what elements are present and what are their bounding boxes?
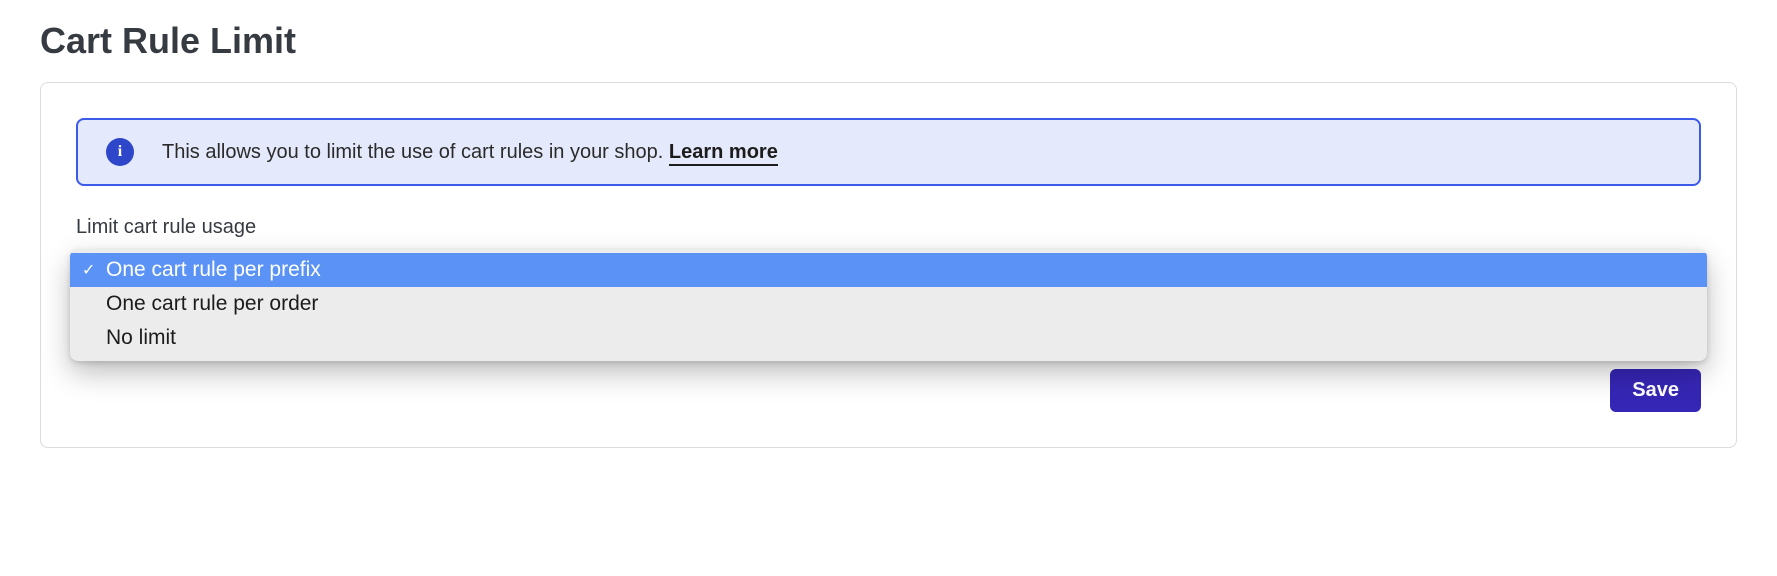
field-label: Limit cart rule usage (76, 216, 1701, 239)
info-message: This allows you to limit the use of cart… (162, 141, 669, 163)
dropdown-option-order[interactable]: One cart rule per order (70, 287, 1707, 321)
save-row: Save (76, 369, 1701, 412)
check-icon: ✓ (82, 260, 95, 280)
info-icon: i (106, 138, 134, 166)
dropdown-list: ✓ One cart rule per prefix One cart rule… (70, 249, 1707, 361)
save-button[interactable]: Save (1610, 369, 1701, 412)
page-title: Cart Rule Limit (40, 20, 1737, 62)
dropdown-option-label: One cart rule per order (106, 292, 318, 315)
info-banner: i This allows you to limit the use of ca… (76, 118, 1701, 186)
dropdown-option-label: One cart rule per prefix (106, 258, 321, 281)
info-text: This allows you to limit the use of cart… (162, 141, 778, 164)
dropdown-option-nolimit[interactable]: No limit (70, 321, 1707, 355)
settings-card: i This allows you to limit the use of ca… (40, 82, 1737, 448)
learn-more-link[interactable]: Learn more (669, 141, 778, 166)
dropdown-option-prefix[interactable]: ✓ One cart rule per prefix (70, 253, 1707, 287)
dropdown-option-label: No limit (106, 326, 176, 349)
